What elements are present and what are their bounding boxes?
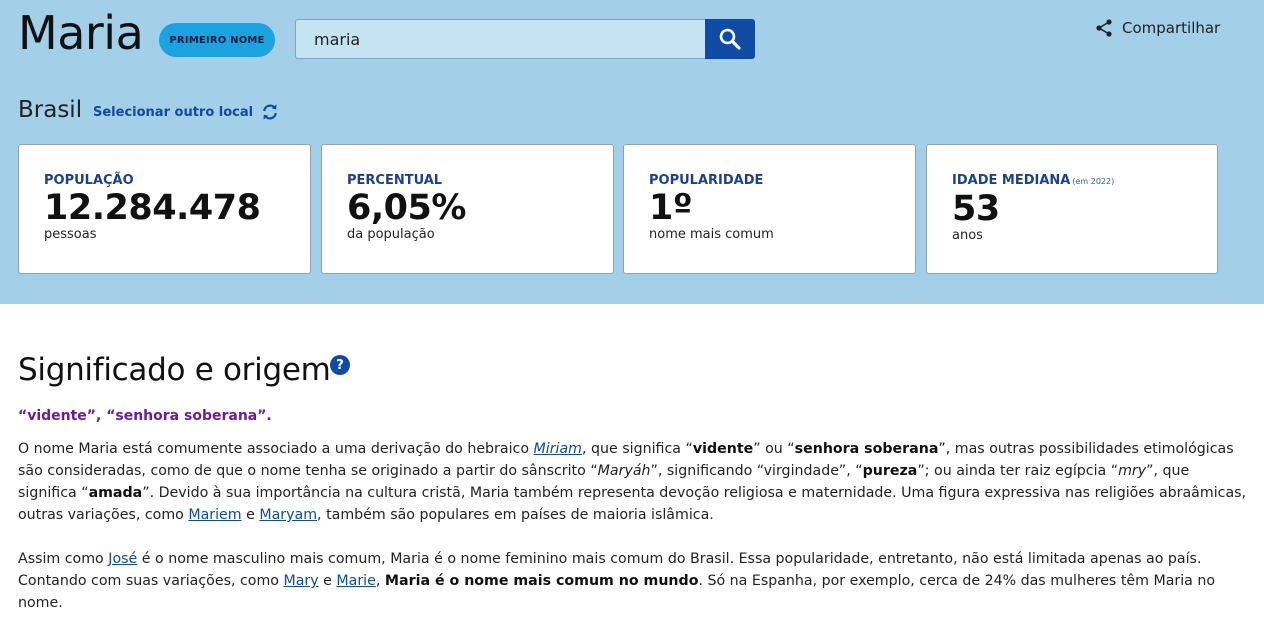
stat-value: 6,05% bbox=[347, 188, 466, 228]
question-icon[interactable]: ? bbox=[330, 355, 350, 375]
stat-value: 12.284.478 bbox=[44, 188, 261, 228]
share-button[interactable]: Compartilhar bbox=[1094, 17, 1220, 39]
share-label: Compartilhar bbox=[1122, 19, 1221, 37]
search-button[interactable] bbox=[705, 19, 755, 59]
name-type-badge: PRIMEIRO NOME bbox=[159, 23, 275, 57]
stat-note: (em 2022) bbox=[1072, 177, 1115, 186]
stat-value: 1º bbox=[649, 188, 693, 228]
stat-sub: anos bbox=[952, 228, 983, 243]
link-mary[interactable]: Mary bbox=[283, 573, 318, 589]
search-input[interactable] bbox=[295, 19, 707, 59]
stat-sub: da população bbox=[347, 227, 435, 242]
link-maryam[interactable]: Maryam bbox=[259, 507, 317, 523]
location-name: Brasil bbox=[18, 97, 83, 123]
stat-card-percent: PERCENTUAL 6,05% da população bbox=[321, 144, 614, 274]
change-location-label: Selecionar outro local bbox=[93, 104, 254, 120]
link-jose[interactable]: José bbox=[108, 551, 137, 567]
magnifier-icon bbox=[719, 28, 741, 50]
stat-sub: nome mais comum bbox=[649, 227, 774, 242]
stat-sub: pessoas bbox=[44, 227, 97, 242]
stat-label: POPULAÇÃO bbox=[44, 173, 134, 188]
change-location-link[interactable]: Selecionar outro local bbox=[93, 103, 279, 121]
stat-card-population: POPULAÇÃO 12.284.478 pessoas bbox=[18, 144, 311, 274]
stat-card-popularity: POPULARIDADE 1º nome mais comum bbox=[623, 144, 916, 274]
link-mariem[interactable]: Mariem bbox=[188, 507, 241, 523]
page-title: Maria bbox=[18, 6, 144, 60]
share-icon bbox=[1096, 19, 1112, 37]
refresh-icon bbox=[263, 104, 278, 120]
stat-label: PERCENTUAL bbox=[347, 173, 443, 188]
meaning-summary: “vidente”, “senhora soberana”. bbox=[18, 408, 272, 424]
section-title: Significado e origem bbox=[18, 352, 331, 388]
stat-label: IDADE MEDIANA (em 2022) bbox=[952, 173, 1115, 188]
hero-banner: Maria PRIMEIRO NOME Compartilhar Brasil … bbox=[0, 0, 1264, 304]
stat-label: POPULARIDADE bbox=[649, 173, 764, 188]
stat-value: 53 bbox=[952, 189, 1000, 229]
stat-card-median-age: IDADE MEDIANA (em 2022) 53 anos bbox=[926, 144, 1218, 274]
link-marie[interactable]: Marie bbox=[336, 573, 375, 589]
link-miriam[interactable]: Miriam bbox=[534, 441, 582, 457]
origin-paragraph: O nome Maria está comumente associado a … bbox=[18, 441, 1247, 523]
popularity-paragraph: Assim como José é o nome masculino mais … bbox=[18, 551, 1216, 611]
